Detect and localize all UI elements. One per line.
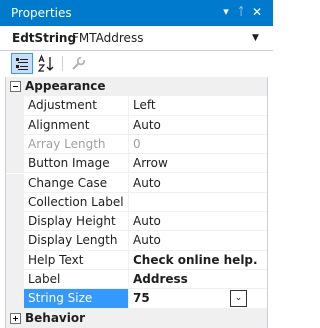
property-name: Display Length (24, 231, 129, 251)
property-row-collection-label[interactable]: Collection Label (6, 192, 267, 213)
property-name: Display Height (24, 212, 129, 232)
properties-toolbar (0, 51, 273, 77)
property-row-help-text[interactable]: Help Text Check online help. (6, 250, 267, 270)
property-pages-icon[interactable] (67, 53, 89, 74)
title-bar: Properties ▾ ᛏ ✕ (0, 0, 273, 26)
window-title: Properties (11, 6, 72, 20)
property-value[interactable]: Left (129, 96, 267, 116)
property-name: Adjustment (24, 96, 129, 116)
alphabetical-icon[interactable] (36, 53, 58, 74)
property-value[interactable]: Check online help. (129, 251, 267, 270)
selected-object-name: EdtString (12, 31, 77, 45)
collapse-toggle-icon[interactable] (10, 81, 21, 92)
property-value[interactable]: Auto (129, 212, 267, 232)
property-value[interactable]: Address (129, 270, 267, 290)
expand-toggle-icon[interactable] (10, 312, 21, 324)
property-value[interactable]: Arrow (129, 154, 267, 174)
property-row-array-length[interactable]: Array Length 0 (6, 134, 267, 155)
property-name: Change Case (24, 173, 129, 193)
property-row-string-size[interactable]: String Size 75 ⌄ (6, 289, 267, 309)
chevron-down-icon[interactable]: ⌄ (230, 290, 247, 308)
property-row-change-case[interactable]: Change Case Auto (6, 173, 267, 193)
property-name: Array Length (24, 134, 129, 155)
property-row-display-height[interactable]: Display Height Auto (6, 212, 267, 232)
property-grid: Appearance Adjustment Left Alignment Aut… (5, 77, 268, 328)
category-label: Behavior (25, 310, 86, 325)
property-row-alignment[interactable]: Alignment Auto (6, 115, 267, 135)
window-position-dropdown-icon[interactable]: ▾ (218, 3, 234, 21)
category-row-appearance[interactable]: Appearance (6, 77, 267, 97)
property-name: Help Text (24, 250, 129, 270)
properties-window: Properties ▾ ᛏ ✕ EdtString FMTAddress ▼ (0, 0, 273, 328)
close-icon[interactable]: ✕ (249, 3, 265, 21)
property-name: Label (24, 270, 129, 290)
property-row-display-length[interactable]: Display Length Auto (6, 231, 267, 251)
categorized-icon[interactable] (11, 53, 33, 74)
chevron-down-icon[interactable]: ▼ (252, 31, 259, 46)
object-selector-dropdown[interactable]: EdtString FMTAddress ▼ (0, 26, 273, 51)
property-name: String Size (24, 289, 129, 309)
property-value[interactable]: Auto (129, 116, 267, 135)
property-value[interactable]: Auto (129, 174, 267, 193)
property-value[interactable]: Auto (129, 231, 267, 251)
property-value[interactable] (129, 193, 267, 213)
auto-hide-pin-icon[interactable]: ᛏ (233, 3, 249, 21)
property-name: Button Image (24, 154, 129, 174)
property-name: Collection Label (24, 192, 129, 213)
property-name: Alignment (24, 115, 129, 135)
category-row-behavior[interactable]: Behavior (6, 308, 267, 328)
property-value: 0 (129, 135, 267, 155)
property-row-adjustment[interactable]: Adjustment Left (6, 96, 267, 116)
selected-object-type: FMTAddress (72, 31, 144, 45)
toolbar-separator (62, 56, 63, 71)
category-label: Appearance (25, 79, 106, 93)
property-row-button-image[interactable]: Button Image Arrow (6, 154, 267, 174)
property-row-label[interactable]: Label Address (6, 270, 267, 290)
